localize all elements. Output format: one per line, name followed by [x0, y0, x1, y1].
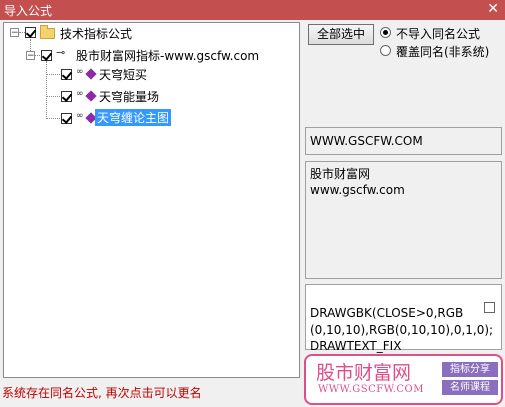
key-icon: ⊸	[56, 46, 66, 59]
watermark-url: WWW.GSCFW.COM	[318, 384, 424, 395]
tree-connector	[46, 96, 60, 97]
formula-gem-icon	[85, 68, 97, 80]
radio-skip-duplicate-label[interactable]: 不导入同名公式	[396, 25, 480, 42]
root-checkbox[interactable]	[25, 27, 36, 38]
code-line: DRAWGBK(CLOSE>0,RGB	[310, 306, 464, 320]
tree-connector	[46, 74, 60, 75]
formula-tree[interactable]: − 技术指标公式 − ⊸ 股市财富网指标-www.gscfw.com ∞ 天穹短…	[3, 22, 300, 378]
link-icon: ∞	[76, 89, 84, 99]
status-message: 系统存在同名公式, 再次点击可以更名	[2, 386, 202, 400]
formula-code-panel: DRAWGBK(CLOSE>0,RGB (0,10,10),RGB(0,10,1…	[305, 284, 502, 353]
link-icon: ∞	[76, 111, 84, 121]
code-line: (0,10,10),RGB(0,10,10),0,1,0);	[310, 323, 494, 337]
tree-root-label[interactable]: 技术指标公式	[58, 25, 134, 42]
watermark-badge: 名师课程	[442, 380, 498, 395]
website-field: WWW.GSCFW.COM	[305, 127, 502, 155]
item-checkbox[interactable]	[61, 91, 72, 102]
title-bar[interactable]: 导入公式 ✕	[0, 0, 505, 20]
tree-connector	[30, 39, 31, 51]
tree-group-label[interactable]: 股市财富网指标-www.gscfw.com	[74, 47, 261, 64]
link-icon: ∞	[76, 67, 84, 77]
description-panel: 股市财富网 www.gscfw.com	[305, 161, 502, 279]
radio-overwrite[interactable]	[380, 45, 391, 56]
watermark-badge: 指标分享	[442, 362, 498, 377]
radio-skip-duplicate[interactable]	[380, 27, 391, 38]
watermark-brand: 股市财富网	[316, 362, 412, 384]
code-line: DRAWTEXT_FIX	[310, 339, 402, 353]
import-formula-dialog: 导入公式 ✕ − 技术指标公式 − ⊸ 股市财富网指标-www.gscfw.co…	[0, 0, 505, 407]
tree-item-label-selected[interactable]: 天穹缠论主图	[95, 109, 172, 126]
formula-gem-icon	[85, 90, 97, 102]
tree-connector	[35, 55, 40, 56]
root-expander-icon[interactable]: −	[10, 28, 19, 38]
description-line: www.gscfw.com	[310, 183, 405, 197]
group-checkbox[interactable]	[41, 50, 52, 61]
window-title: 导入公式	[4, 4, 53, 18]
item-checkbox[interactable]	[61, 69, 72, 80]
select-all-button[interactable]: 全部选中	[308, 24, 374, 45]
tree-item-label[interactable]: 天穹能量场	[97, 88, 161, 105]
close-icon[interactable]: ✕	[487, 1, 499, 17]
description-line: 股市财富网	[310, 167, 371, 181]
item-checkbox[interactable]	[61, 113, 72, 124]
tree-connector	[46, 118, 60, 119]
tree-item-label[interactable]: 天穹短买	[97, 66, 149, 83]
folder-icon	[40, 25, 55, 39]
watermark-logo: 股市财富网 WWW.GSCFW.COM 指标分享 名师课程	[304, 354, 503, 405]
website-text: WWW.GSCFW.COM	[310, 134, 423, 148]
radio-overwrite-label[interactable]: 覆盖同名(非系统)	[396, 43, 489, 60]
tree-connector	[46, 61, 47, 119]
group-expander-icon[interactable]: −	[26, 51, 35, 61]
code-option-checkbox[interactable]	[484, 302, 495, 313]
